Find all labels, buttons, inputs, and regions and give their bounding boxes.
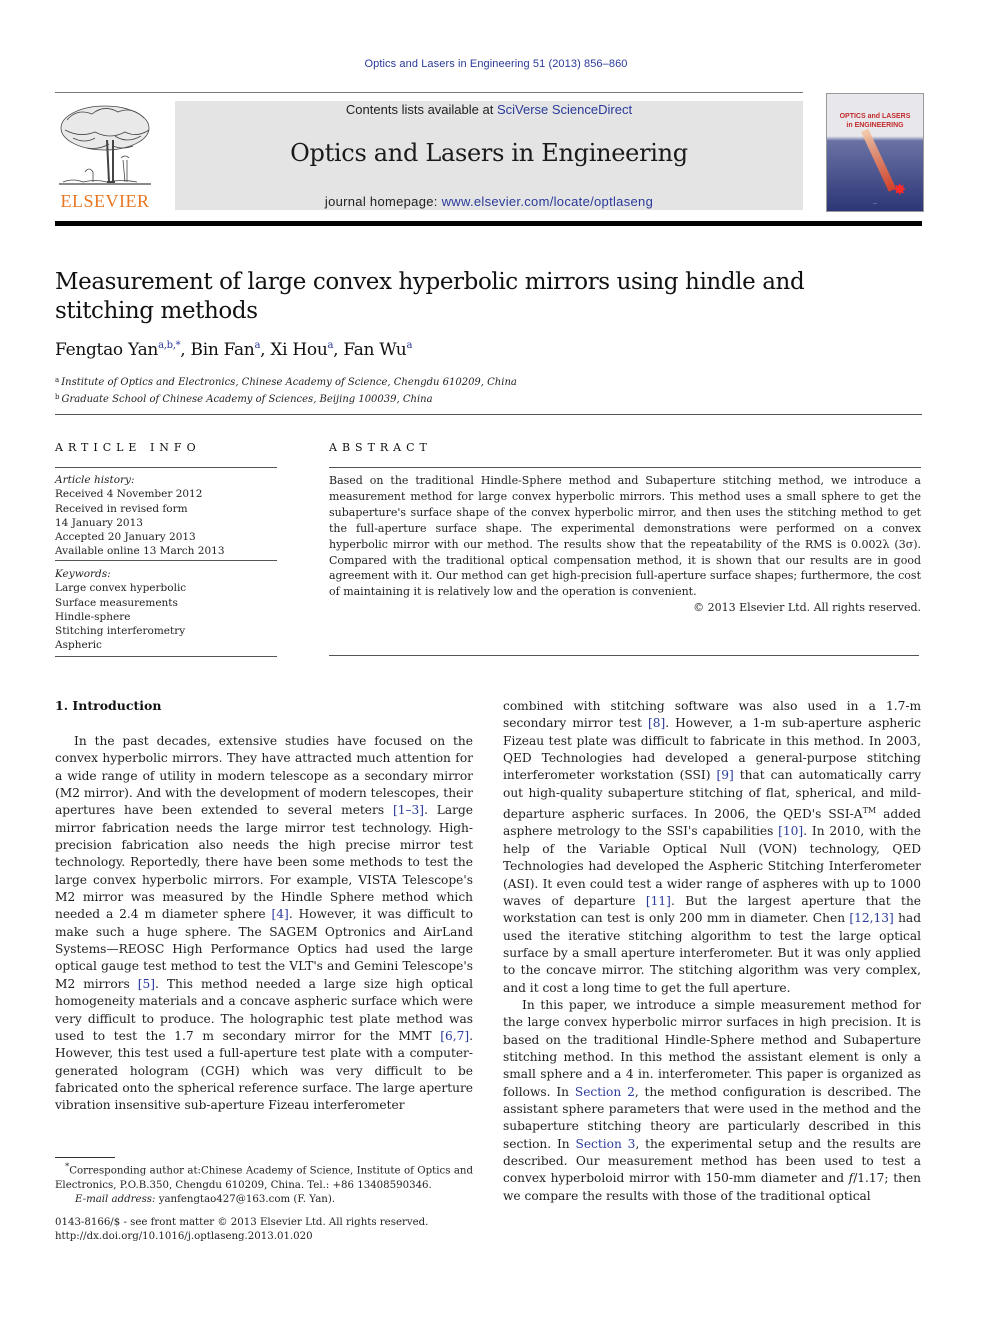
email-address-link[interactable]: yanfengtao427@163.com (F. Yan).: [159, 1194, 335, 1205]
corresponding-author-star[interactable]: *: [176, 340, 181, 351]
keyword-item: Aspheric: [55, 639, 102, 652]
author-name[interactable]: Fengtao Yan: [55, 340, 158, 360]
history-entry: Accepted 20 January 2013: [55, 531, 196, 544]
article-title: Measurement of large convex hyperbolic m…: [55, 269, 805, 324]
body-paragraph: In the past decades, extensive studies h…: [55, 734, 473, 1113]
author-affiliation-marks[interactable]: a,b,*: [158, 340, 181, 351]
cover-editors-text: —: [873, 200, 877, 205]
italic-symbol: f: [848, 1171, 854, 1186]
body-paragraph: combined with stitching software was als…: [503, 699, 922, 995]
journal-title[interactable]: Optics and Lasers in Engineering: [175, 139, 803, 167]
article-history: Article history: Received 4 November 201…: [55, 473, 277, 559]
author-name[interactable]: Bin Fan: [191, 340, 255, 360]
author-affiliation-marks[interactable]: a: [254, 340, 260, 351]
keyword-item: Large convex hyperbolic: [55, 582, 187, 595]
issn-line: 0143-8166/$ - see front matter © 2013 El…: [55, 1217, 429, 1228]
cover-title-line1: OPTICS and LASERS: [839, 113, 911, 120]
email-label: E-mail address:: [75, 1193, 156, 1205]
citation-link[interactable]: [11]: [646, 894, 671, 908]
running-head-citation[interactable]: Optics and Lasers in Engineering 51 (201…: [0, 58, 992, 70]
affiliation-item: b Graduate School of Chinese Academy of S…: [55, 393, 433, 405]
title-divider: [55, 414, 922, 415]
citation-link[interactable]: [1–3]: [393, 803, 424, 817]
sciencedirect-link[interactable]: SciVerse ScienceDirect: [497, 102, 632, 117]
top-divider: [55, 92, 803, 93]
email-line: E-mail address: yanfengtao427@163.com (F…: [55, 1193, 473, 1207]
article-info-divider: [55, 560, 277, 561]
corresponding-author-note: *Corresponding author at:Chinese Academy…: [55, 1162, 473, 1191]
citation-link[interactable]: [10]: [778, 824, 803, 838]
journal-homepage-link[interactable]: www.elsevier.com/locate/optlaseng: [442, 194, 654, 209]
elsevier-logo[interactable]: ELSEVIER: [55, 100, 155, 212]
keywords: Keywords: Large convex hyperbolic Surfac…: [55, 567, 277, 653]
history-entry: Received 4 November 2012: [55, 488, 203, 501]
abstract-divider: [329, 655, 919, 656]
journal-cover-thumbnail[interactable]: OPTICS and LASERS in ENGINEERING ✸ —: [826, 93, 924, 212]
article-info-divider: [55, 656, 277, 657]
elsevier-wordmark: ELSEVIER: [60, 191, 150, 211]
homepage-prefix: journal homepage:: [324, 194, 442, 209]
affiliation-item: a Institute of Optics and Electronics, Ch…: [55, 376, 517, 388]
affiliations: a Institute of Optics and Electronics, Ch…: [55, 373, 517, 407]
history-entry: Received in revised form: [55, 502, 188, 515]
citation-link[interactable]: [12,13]: [849, 911, 893, 925]
laser-star-icon: ✸: [893, 180, 907, 199]
contents-prefix: Contents lists available at: [345, 102, 497, 117]
body-column-left: In the past decades, extensive studies h…: [55, 733, 473, 1115]
abstract-heading: ABSTRACT: [329, 441, 432, 454]
article-history-label: Article history:: [55, 474, 135, 486]
citation-link[interactable]: [8]: [648, 716, 665, 730]
corresponding-author-footnote: *Corresponding author at:Chinese Academy…: [55, 1160, 473, 1207]
citation-link[interactable]: [5]: [138, 977, 155, 991]
author-name[interactable]: Xi Hou: [270, 340, 327, 360]
history-entry: 14 January 2013: [55, 516, 143, 529]
article-info-heading: ARTICLE INFO: [55, 441, 201, 454]
tree-of-knowledge-icon: [59, 105, 151, 185]
contents-availability-line: Contents lists available at SciVerse Sci…: [175, 102, 803, 117]
keywords-label: Keywords:: [55, 568, 111, 580]
cover-title-line2: in ENGINEERING: [846, 122, 904, 129]
citation-link[interactable]: Section 2: [575, 1085, 635, 1099]
author-list: Fengtao Yana,b,*, Bin Fana, Xi Houa, Fan…: [55, 340, 413, 360]
doi-link[interactable]: http://dx.doi.org/10.1016/j.optlaseng.20…: [55, 1230, 473, 1244]
laser-beam-graphic: [861, 128, 897, 192]
body-column-right: combined with stitching software was als…: [503, 698, 921, 1205]
footnote-divider: [55, 1157, 115, 1158]
citation-link[interactable]: Section 3: [575, 1137, 635, 1151]
citation-link[interactable]: [6,7]: [440, 1029, 469, 1043]
header-thick-divider: [55, 221, 922, 226]
citation-link[interactable]: [9]: [716, 768, 733, 782]
journal-banner: Contents lists available at SciVerse Sci…: [175, 101, 803, 210]
history-entry: Available online 13 March 2013: [55, 545, 225, 558]
issn-doi-block: 0143-8166/$ - see front matter © 2013 El…: [55, 1216, 473, 1244]
abstract-text: Based on the traditional Hindle-Sphere m…: [329, 474, 921, 599]
abstract-divider: [329, 467, 921, 468]
citation-link[interactable]: [4]: [272, 907, 289, 921]
trademark-superscript: TM: [862, 806, 877, 816]
keyword-item: Surface measurements: [55, 596, 178, 609]
keyword-item: Hindle-sphere: [55, 610, 131, 623]
body-paragraph: In this paper, we introduce a simple mea…: [503, 997, 922, 1203]
abstract-body: Based on the traditional Hindle-Sphere m…: [329, 473, 921, 616]
section-heading-introduction: 1. Introduction: [55, 698, 162, 713]
author-affiliation-marks[interactable]: a: [327, 340, 333, 351]
abstract-copyright: © 2013 Elsevier Ltd. All rights reserved…: [693, 601, 921, 615]
author-name[interactable]: Fan Wu: [343, 340, 406, 360]
journal-homepage-line: journal homepage: www.elsevier.com/locat…: [175, 194, 803, 209]
article-info-divider: [55, 467, 277, 468]
author-affiliation-marks[interactable]: a: [406, 340, 412, 351]
keyword-item: Stitching interferometry: [55, 625, 186, 638]
